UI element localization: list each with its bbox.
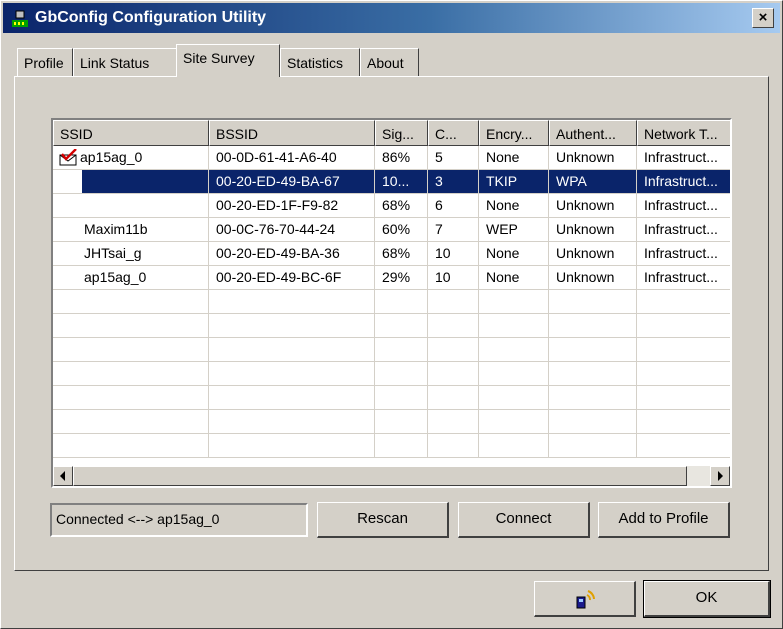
table-row[interactable]: ap15ag_0 00-0D-61-41-A6-40 86% 5 None Un… <box>53 146 730 170</box>
ssid-cell: JHTsai_g <box>53 242 209 266</box>
channel-cell: 10 <box>428 242 479 266</box>
encryption-cell: None <box>479 194 549 218</box>
connection-status: Connected <--> ap15ag_0 <box>50 503 308 537</box>
table-row-selected[interactable]: 00-20-ED-49-BA-67 10... 3 TKIP WPA Infra… <box>53 170 730 194</box>
network-type-cell: Infrastruct... <box>637 170 730 194</box>
network-type-cell: Infrastruct... <box>637 242 730 266</box>
encryption-cell: None <box>479 146 549 170</box>
column-header-authentication[interactable]: Authent... <box>549 120 637 146</box>
network-type-cell: Infrastruct... <box>637 218 730 242</box>
bssid-cell: 00-0D-61-41-A6-40 <box>209 146 375 170</box>
signal-cell: 60% <box>375 218 428 242</box>
title-bar[interactable]: GbConfig Configuration Utility × <box>3 3 780 33</box>
table-row[interactable]: ap15ag_0 00-20-ED-49-BC-6F 29% 10 None U… <box>53 266 730 290</box>
empty-row <box>53 386 730 410</box>
network-type-cell: Infrastruct... <box>637 266 730 290</box>
column-header-encryption[interactable]: Encry... <box>479 120 549 146</box>
bssid-cell: 00-20-ED-1F-F9-82 <box>209 194 375 218</box>
channel-cell: 3 <box>428 170 479 194</box>
auth-cell: Unknown <box>549 242 637 266</box>
network-app-icon <box>12 10 28 27</box>
wireless-signal-icon <box>576 590 595 609</box>
wireless-button[interactable] <box>534 581 636 617</box>
column-header-ssid[interactable]: SSID <box>53 120 209 146</box>
empty-row <box>53 290 730 314</box>
ssid-cell: ap15ag_0 <box>53 146 209 170</box>
auth-cell: Unknown <box>549 218 637 242</box>
column-header-network-type[interactable]: Network T... <box>637 120 730 146</box>
encryption-cell: WEP <box>479 218 549 242</box>
ssid-text: ap15ag_0 <box>80 149 143 165</box>
table-row[interactable]: Maxim11b 00-0C-76-70-44-24 60% 7 WEP Unk… <box>53 218 730 242</box>
channel-cell: 10 <box>428 266 479 290</box>
encryption-cell: None <box>479 242 549 266</box>
empty-row <box>53 434 730 458</box>
ssid-cell <box>53 194 209 218</box>
signal-cell: 68% <box>375 194 428 218</box>
bssid-cell: 00-0C-76-70-44-24 <box>209 218 375 242</box>
column-header-signal[interactable]: Sig... <box>375 120 428 146</box>
selection-highlight <box>82 170 208 193</box>
add-to-profile-button[interactable]: Add to Profile <box>598 502 730 538</box>
signal-cell: 29% <box>375 266 428 290</box>
connected-check-icon <box>59 149 77 166</box>
bssid-cell: 00-20-ED-49-BA-67 <box>209 170 375 194</box>
channel-cell: 7 <box>428 218 479 242</box>
auth-cell: Unknown <box>549 194 637 218</box>
horizontal-scrollbar[interactable] <box>53 466 730 486</box>
ssid-cell: Maxim11b <box>53 218 209 242</box>
tab-about[interactable]: About <box>360 48 419 76</box>
column-header-channel[interactable]: C... <box>428 120 479 146</box>
list-header: SSID BSSID Sig... C... Encry... Authent.… <box>53 120 730 146</box>
encryption-cell: TKIP <box>479 170 549 194</box>
signal-cell: 86% <box>375 146 428 170</box>
tab-profile[interactable]: Profile <box>17 48 73 76</box>
tab-site-survey[interactable]: Site Survey <box>176 44 280 77</box>
connect-button[interactable]: Connect <box>458 502 590 538</box>
ssid-cell: ap15ag_0 <box>53 266 209 290</box>
table-row[interactable]: 00-20-ED-1F-F9-82 68% 6 None Unknown Inf… <box>53 194 730 218</box>
tab-link-status[interactable]: Link Status <box>73 48 179 76</box>
empty-row <box>53 410 730 434</box>
empty-row <box>53 338 730 362</box>
signal-cell: 68% <box>375 242 428 266</box>
network-type-cell: Infrastruct... <box>637 146 730 170</box>
scrollbar-thumb[interactable] <box>73 466 687 486</box>
rescan-button[interactable]: Rescan <box>317 502 449 538</box>
close-button[interactable]: × <box>752 8 774 28</box>
empty-row <box>53 362 730 386</box>
site-survey-list[interactable]: SSID BSSID Sig... C... Encry... Authent.… <box>51 118 732 488</box>
empty-row <box>53 314 730 338</box>
ssid-cell <box>53 170 209 194</box>
arrow-right-icon <box>718 471 723 481</box>
scroll-left-button[interactable] <box>53 466 73 486</box>
column-header-bssid[interactable]: BSSID <box>209 120 375 146</box>
window-title: GbConfig Configuration Utility <box>35 9 267 26</box>
encryption-cell: None <box>479 266 549 290</box>
network-type-cell: Infrastruct... <box>637 194 730 218</box>
arrow-left-icon <box>60 471 65 481</box>
channel-cell: 5 <box>428 146 479 170</box>
auth-cell: Unknown <box>549 146 637 170</box>
bssid-cell: 00-20-ED-49-BA-36 <box>209 242 375 266</box>
scroll-right-button[interactable] <box>710 466 730 486</box>
signal-cell: 10... <box>375 170 428 194</box>
table-row[interactable]: JHTsai_g 00-20-ED-49-BA-36 68% 10 None U… <box>53 242 730 266</box>
auth-cell: WPA <box>549 170 637 194</box>
channel-cell: 6 <box>428 194 479 218</box>
main-window: GbConfig Configuration Utility × Profile… <box>0 0 783 629</box>
ok-button[interactable]: OK <box>643 580 771 618</box>
auth-cell: Unknown <box>549 266 637 290</box>
tab-statistics[interactable]: Statistics <box>280 48 360 76</box>
bssid-cell: 00-20-ED-49-BC-6F <box>209 266 375 290</box>
